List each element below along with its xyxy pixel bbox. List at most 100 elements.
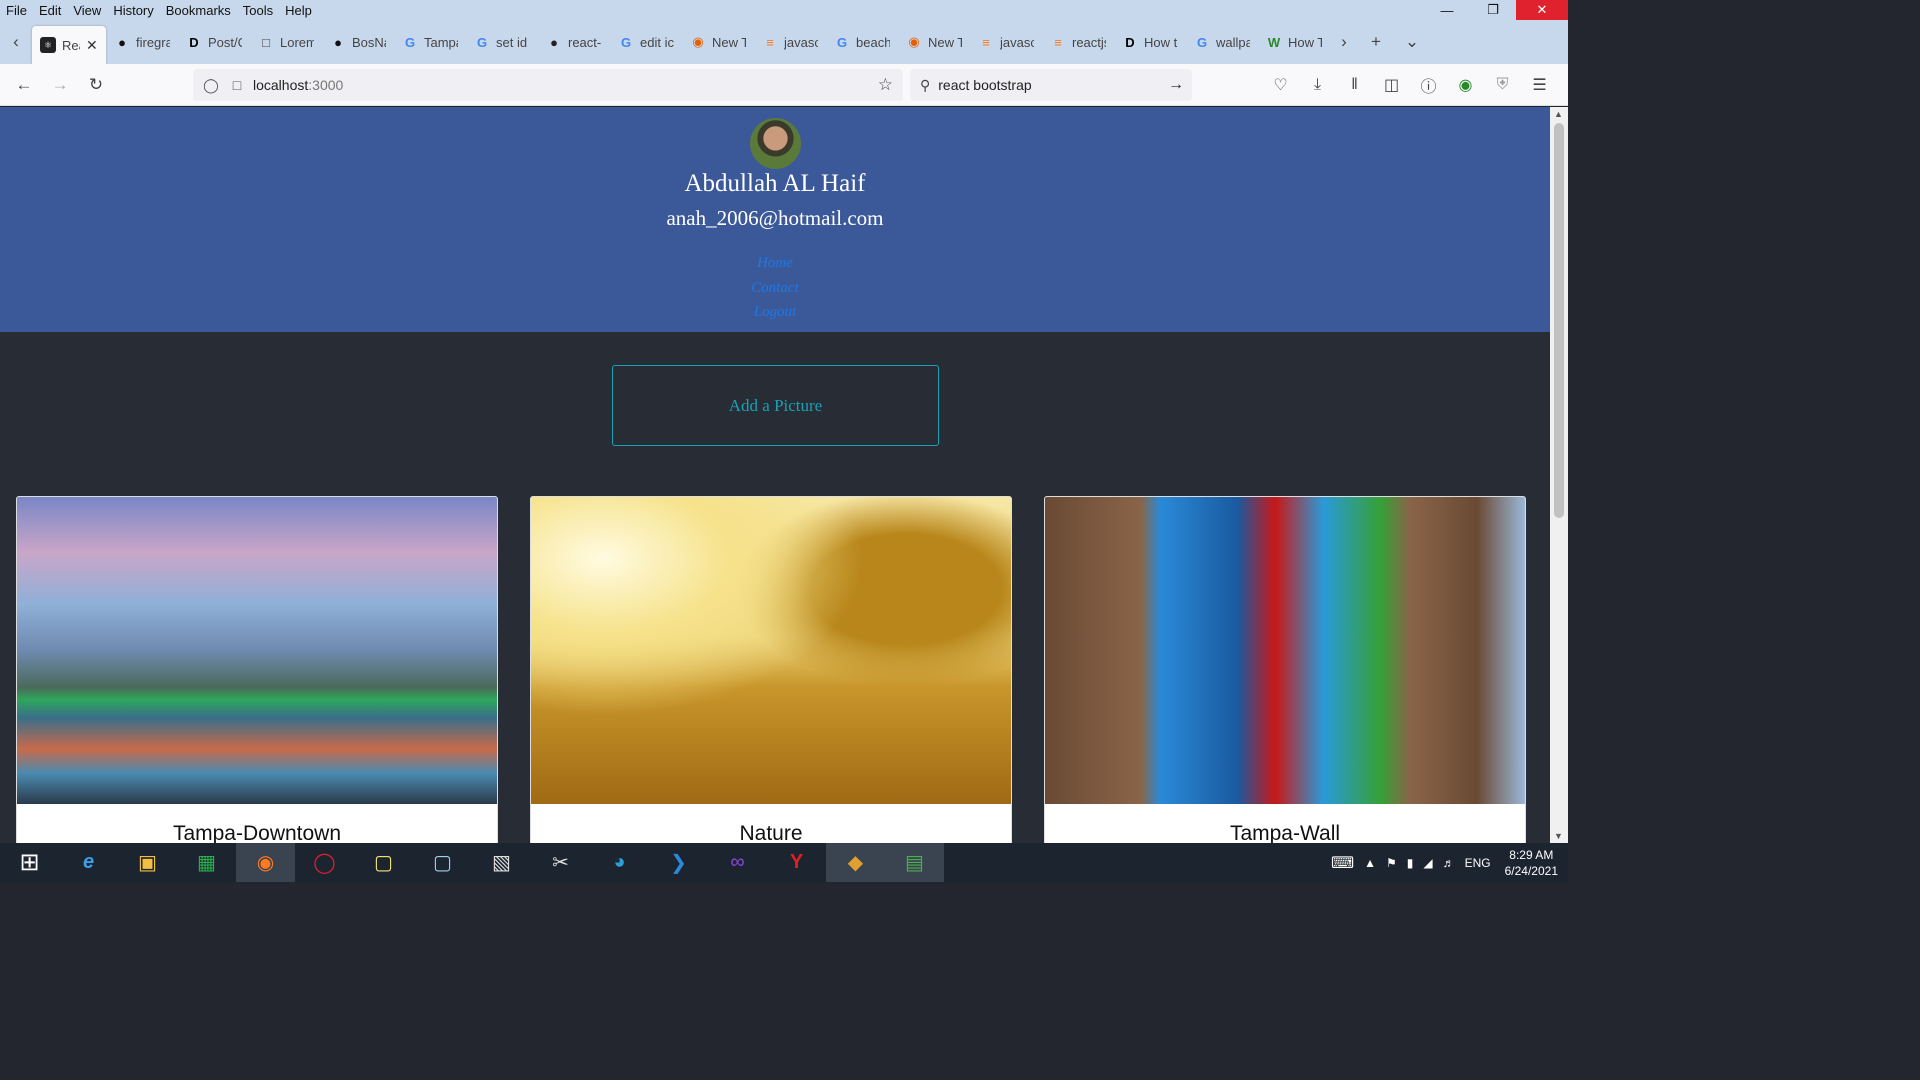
browser-tab[interactable]: ≡ javasc [754, 24, 826, 60]
browser-tab[interactable]: Gwallpa [1186, 24, 1258, 60]
pocket-icon[interactable]: ♡ [1262, 69, 1299, 101]
tab-scroll-right-icon[interactable]: › [1330, 26, 1358, 58]
nav-link-logout[interactable]: Logout [0, 300, 1550, 325]
volume-icon[interactable]: ♬ [1443, 856, 1455, 870]
visual-studio-icon[interactable]: ∞ [708, 843, 767, 882]
menu-history[interactable]: History [107, 3, 159, 18]
close-tab-icon[interactable]: ✕ [86, 37, 98, 54]
add-picture-button[interactable]: Add a Picture [612, 365, 939, 446]
new-tab-icon[interactable]: + [1358, 26, 1394, 58]
browser-tab[interactable]: W How T [1258, 24, 1330, 60]
notepad-icon[interactable]: ▢ [413, 843, 472, 882]
url-host: localhost [253, 77, 309, 93]
store-icon[interactable]: ▦ [177, 843, 236, 882]
browser-tab[interactable]: Gedit ic [610, 24, 682, 60]
tray-expand-icon[interactable]: ▲ [1364, 856, 1376, 870]
picture-card[interactable]: Nature [530, 496, 1012, 843]
internet-explorer-icon[interactable]: e [59, 843, 118, 882]
back-icon[interactable]: ← [6, 69, 42, 101]
tracking-protection-icon[interactable]: ◯ [201, 77, 221, 94]
tab-label: set id [496, 34, 528, 50]
sidebar-icon[interactable]: ◫ [1373, 69, 1410, 101]
tab-scroll-left-icon[interactable]: ‹ [0, 26, 32, 58]
firefox-icon[interactable]: ◉ [236, 843, 295, 882]
app-chart-icon[interactable]: ▤ [885, 843, 944, 882]
stackoverflow-icon: ≡ [766, 34, 774, 50]
bookmark-star-icon[interactable]: ☆ [878, 75, 893, 95]
snipping-tool-icon[interactable]: ✂ [531, 843, 590, 882]
browser-tab[interactable]: ● react- [538, 24, 610, 60]
browser-tab[interactable]: ◉ New T [682, 24, 754, 60]
browser-tab[interactable]: ◉ New T [898, 24, 970, 60]
windows-start-icon[interactable]: ⊞ [0, 843, 59, 882]
browser-tab[interactable]: Gbeach [826, 24, 898, 60]
clock[interactable]: 8:29 AM 6/24/2021 [1505, 847, 1558, 879]
search-bar[interactable]: ⚲ react bootstrap → [910, 69, 1192, 101]
battery-icon[interactable]: ▮ [1407, 856, 1414, 870]
card-title: Nature [739, 822, 803, 843]
vscode-icon[interactable]: ❯ [649, 843, 708, 882]
scroll-down-icon[interactable]: ▼ [1554, 831, 1563, 841]
stackoverflow-icon: ≡ [982, 34, 990, 50]
tab-label: wallpa [1216, 34, 1250, 50]
site-icon: ● [550, 34, 558, 50]
downloads-icon[interactable]: ⤓ [1299, 69, 1336, 101]
search-icon: ⚲ [920, 76, 931, 93]
url-bar[interactable]: ◯ □ localhost:3000 ☆ [193, 69, 903, 101]
page-icon: □ [262, 34, 270, 50]
language-indicator[interactable]: ENG [1465, 856, 1491, 870]
browser-tab[interactable]: D How t [1114, 24, 1186, 60]
extension-shield-icon[interactable]: ⛨ [1484, 69, 1521, 101]
file-explorer-icon[interactable]: ▣ [118, 843, 177, 882]
calculator-icon[interactable]: ▧ [472, 843, 531, 882]
restore-icon[interactable]: ❐ [1470, 0, 1516, 20]
picture-card[interactable]: Tampa-Wall [1044, 496, 1526, 843]
menu-help[interactable]: Help [279, 3, 318, 18]
menu-view[interactable]: View [67, 3, 107, 18]
tab-list-icon[interactable]: ⌄ [1394, 26, 1430, 58]
menu-edit[interactable]: Edit [33, 3, 67, 18]
close-window-icon[interactable]: ✕ [1516, 0, 1568, 20]
forward-icon[interactable]: → [42, 69, 78, 101]
flag-icon[interactable]: ⚑ [1386, 856, 1397, 870]
browser-tab[interactable]: G Tampa [394, 24, 466, 60]
keyboard-icon[interactable]: ⌨ [1331, 853, 1354, 873]
tab-label: How T [1288, 34, 1322, 50]
menu-hamburger-icon[interactable]: ☰ [1521, 69, 1558, 101]
page-scrollbar[interactable]: ▲ ▼ [1550, 107, 1568, 843]
browser-tab[interactable]: D Post/C [178, 24, 250, 60]
scroll-up-icon[interactable]: ▲ [1554, 109, 1563, 119]
picture-card[interactable]: Tampa-Downtown [16, 496, 498, 843]
menu-file[interactable]: File [0, 3, 33, 18]
menu-bookmarks[interactable]: Bookmarks [160, 3, 237, 18]
sticky-notes-icon[interactable]: ▢ [354, 843, 413, 882]
page-info-icon[interactable]: □ [229, 77, 245, 93]
app-diamond-icon[interactable]: ◆ [826, 843, 885, 882]
edge-icon[interactable]: ◕ [590, 843, 649, 882]
profile-name: Abdullah AL Haif [684, 170, 866, 197]
network-icon[interactable]: ◢ [1423, 856, 1432, 870]
nav-bar: ← → ↻ ◯ □ localhost:3000 ☆ ⚲ react boots… [0, 64, 1568, 106]
search-go-icon[interactable]: → [1168, 76, 1184, 94]
tab-active[interactable]: ⚛ Rea ✕ [32, 26, 106, 64]
yandex-icon[interactable]: Y [767, 843, 826, 882]
taskbar: ⊞ e ▣ ▦ ◉ ◯ ▢ ▢ ▧ ✂ ◕ ❯ ∞ Y ◆ ▤ ⌨ ▲ ⚑ ▮ … [0, 843, 1568, 882]
opera-icon[interactable]: ◯ [295, 843, 354, 882]
extension-globe-icon[interactable]: ◉ [1447, 69, 1484, 101]
browser-tab[interactable]: ● BosNa [322, 24, 394, 60]
extension-info-icon[interactable]: ⓘ [1410, 69, 1447, 101]
browser-tab[interactable]: ≡ javasc [970, 24, 1042, 60]
profile-email: anah_2006@hotmail.com [666, 206, 884, 230]
library-icon[interactable]: ‖ [1336, 69, 1373, 101]
reload-icon[interactable]: ↻ [78, 69, 114, 101]
browser-tab[interactable]: ● firegra [106, 24, 178, 60]
nav-link-home[interactable]: Home [0, 251, 1550, 276]
browser-tab[interactable]: ≡ reactjs [1042, 24, 1114, 60]
scrollbar-thumb[interactable] [1554, 123, 1564, 518]
menu-tools[interactable]: Tools [237, 3, 279, 18]
browser-tab[interactable]: □ Lorem [250, 24, 322, 60]
browser-tab[interactable]: Gset id [466, 24, 538, 60]
nav-link-contact[interactable]: Contact [0, 276, 1550, 301]
tab-label: BosNa [352, 34, 386, 50]
minimize-icon[interactable]: — [1424, 0, 1470, 20]
